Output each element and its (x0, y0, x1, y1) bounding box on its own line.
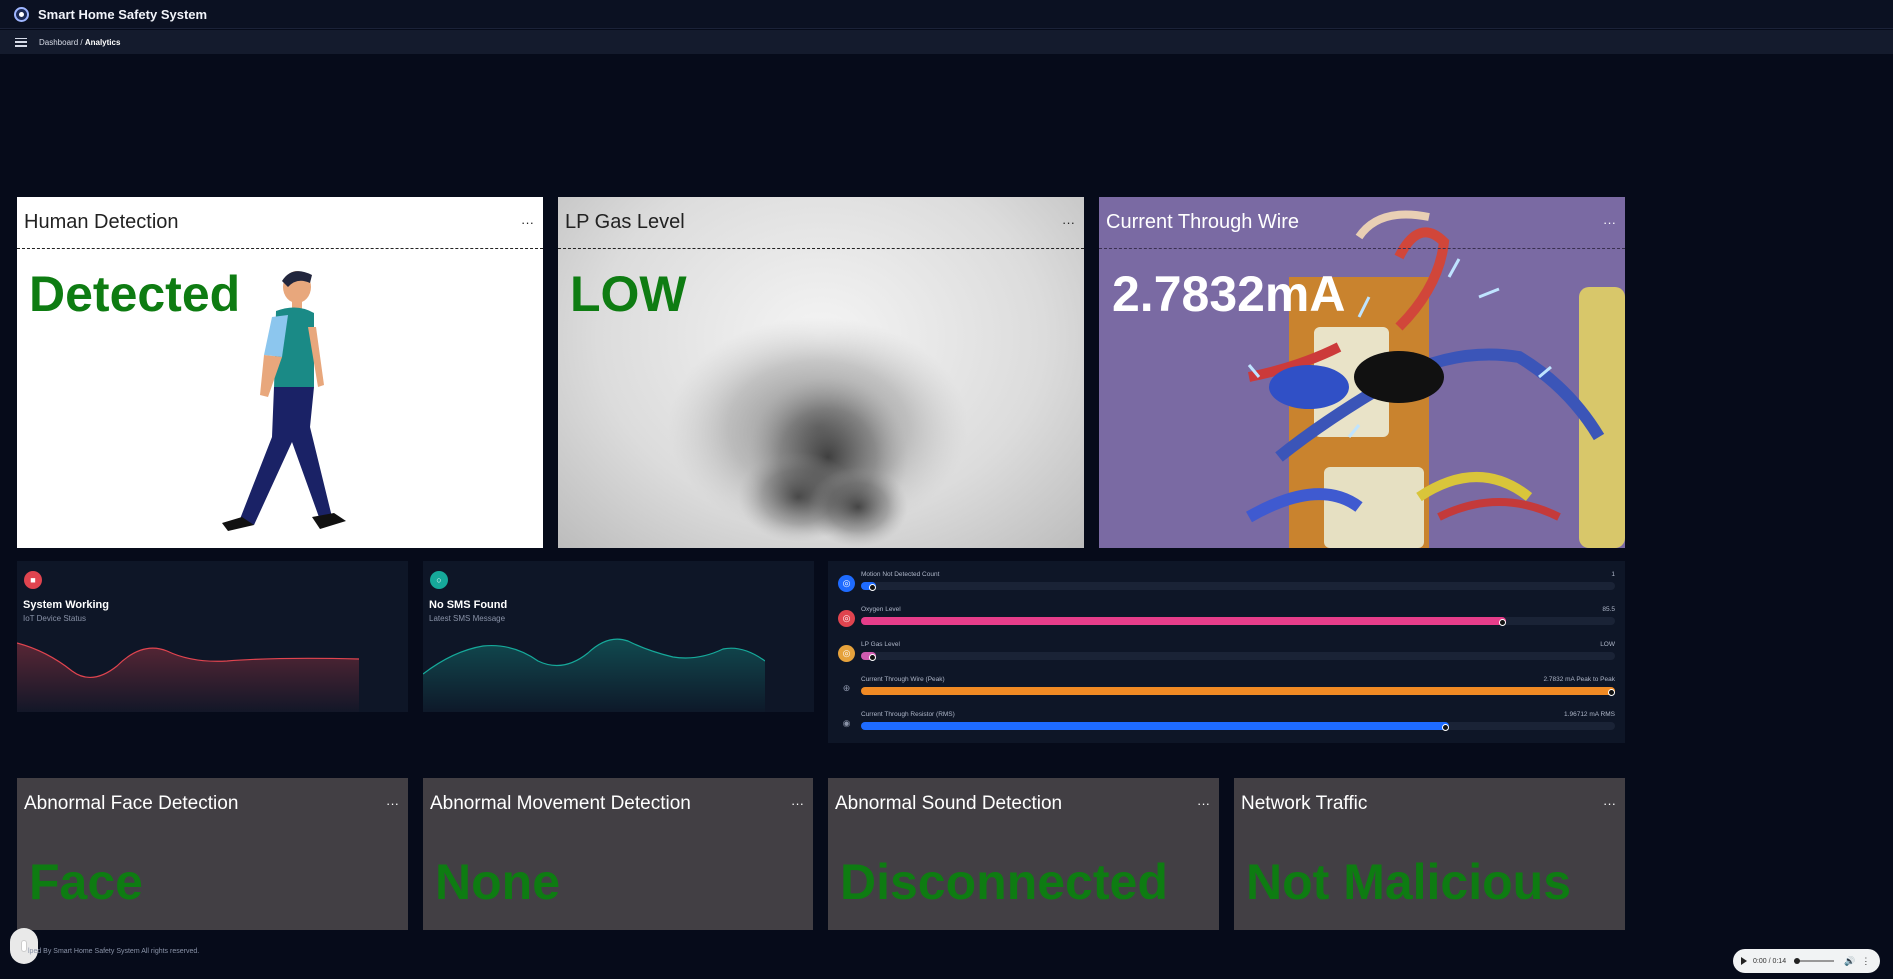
progress-value: 1.96712 mA RMS (1564, 711, 1615, 718)
more-options-icon[interactable]: ··· (1197, 796, 1210, 811)
walking-man-illustration (222, 271, 346, 531)
play-icon[interactable] (1741, 957, 1747, 965)
progress-value: 1 (1611, 571, 1615, 578)
progress-row-resistor: ◉ Current Through Resistor (RMS) 1.96712… (828, 711, 1625, 741)
progress-row-oxygen: ◎ Oxygen Level 85.5 (828, 606, 1625, 636)
widget-subtitle: Latest SMS Message (429, 614, 506, 623)
target-icon: ◉ (842, 718, 851, 728)
app-title: Smart Home Safety System (38, 6, 208, 22)
detection-value: Not Malicious (1246, 854, 1572, 910)
app-logo (14, 6, 29, 22)
microphone-button[interactable] (10, 928, 38, 964)
progress-fill (861, 687, 1615, 696)
more-options-icon[interactable]: ⋮ (1861, 956, 1870, 967)
message-icon: ○ (430, 571, 448, 589)
oxygen-icon: ◎ (838, 610, 855, 627)
widget-title: No SMS Found (429, 599, 508, 611)
progress-label: LP Gas Level (861, 641, 900, 648)
app-header: Smart Home Safety System (0, 0, 1893, 29)
progress-value: LOW (1600, 641, 1615, 648)
detection-value: Face (29, 854, 143, 910)
more-options-icon[interactable]: ··· (386, 796, 399, 811)
smoke-illustration (668, 317, 968, 547)
motion-icon: ◎ (838, 575, 855, 592)
gas-icon: ◎ (838, 645, 855, 662)
movement-detection-card: Abnormal Movement Detection ··· None (423, 778, 813, 930)
audio-seek-slider[interactable] (1794, 958, 1835, 964)
progress-row-motion: ◎ Motion Not Detected Count 1 (828, 571, 1625, 601)
volume-icon[interactable]: 🔊 (1844, 956, 1855, 967)
status-sparkline (17, 642, 359, 712)
camera-icon: ■ (24, 571, 42, 589)
progress-track (861, 652, 1615, 661)
microphone-icon (21, 940, 27, 952)
sms-status-widget: ○ No SMS Found Latest SMS Message (423, 561, 814, 712)
breadcrumb: Dashboard / Analytics (39, 38, 120, 47)
progress-label: Current Through Resistor (RMS) (861, 711, 955, 718)
menu-icon[interactable] (15, 37, 27, 47)
progress-value: 2.7832 mA Peak to Peak (1543, 676, 1615, 683)
breadcrumb-parent[interactable]: Dashboard / (39, 38, 83, 47)
progress-label: Oxygen Level (861, 606, 901, 613)
lp-gas-value: LOW (570, 266, 687, 322)
widget-subtitle: IoT Device Status (23, 614, 86, 623)
sound-detection-card: Abnormal Sound Detection ··· Disconnecte… (828, 778, 1219, 930)
detection-value: Disconnected (840, 854, 1168, 910)
progress-fill (861, 582, 877, 591)
card-title: Abnormal Sound Detection (835, 793, 1063, 814)
progress-fill (861, 617, 1506, 626)
progress-row-wire: ⊕ Current Through Wire (Peak) 2.7832 mA … (828, 676, 1625, 706)
lp-gas-card: LP Gas Level ··· LOW (558, 197, 1084, 548)
progress-track (861, 722, 1615, 731)
detection-value: None (435, 854, 560, 910)
breadcrumb-current: Analytics (84, 37, 121, 47)
system-status-widget: ■ System Working IoT Device Status (17, 561, 408, 712)
progress-fill (861, 722, 1450, 731)
current-wire-value: 2.7832mA (1112, 266, 1346, 322)
more-options-icon[interactable]: ··· (791, 796, 804, 811)
more-options-icon[interactable]: ··· (521, 215, 534, 230)
footer-text: lped By Smart Home Safety System All rig… (28, 948, 200, 955)
progress-track (861, 687, 1615, 696)
progress-track (861, 617, 1615, 626)
metrics-progress-panel: ◎ Motion Not Detected Count 1 ◎ Oxygen L… (828, 561, 1625, 743)
progress-track (861, 582, 1615, 591)
audio-time: 0:00 / 0:14 (1753, 957, 1787, 965)
more-options-icon[interactable]: ··· (1603, 796, 1616, 811)
card-title: Network Traffic (1241, 793, 1368, 814)
progress-label: Motion Not Detected Count (861, 571, 940, 578)
more-options-icon[interactable]: ··· (1603, 215, 1616, 230)
progress-row-gas: ◎ LP Gas Level LOW (828, 641, 1625, 671)
card-title: Current Through Wire (1106, 211, 1300, 233)
progress-label: Current Through Wire (Peak) (861, 676, 945, 683)
audio-player: 0:00 / 0:14 🔊 ⋮ (1733, 949, 1880, 973)
globe-icon: ⊕ (842, 683, 851, 693)
electrical-outlet-illustration (1246, 210, 1625, 548)
card-title: Abnormal Face Detection (24, 793, 239, 814)
card-title: Abnormal Movement Detection (430, 793, 691, 814)
human-detection-card: Human Detection ··· Detected (17, 197, 543, 548)
card-title: Human Detection (24, 211, 179, 233)
widget-title: System Working (23, 599, 109, 611)
face-detection-card: Abnormal Face Detection ··· Face (17, 778, 408, 930)
breadcrumb-bar: Dashboard / Analytics (0, 30, 1893, 54)
progress-value: 85.5 (1602, 606, 1615, 613)
network-traffic-card: Network Traffic ··· Not Malicious (1234, 778, 1625, 930)
progress-fill (861, 652, 877, 661)
current-wire-card: Current Through Wire ··· 2.7832mA (1099, 197, 1625, 548)
sms-sparkline (423, 638, 765, 712)
